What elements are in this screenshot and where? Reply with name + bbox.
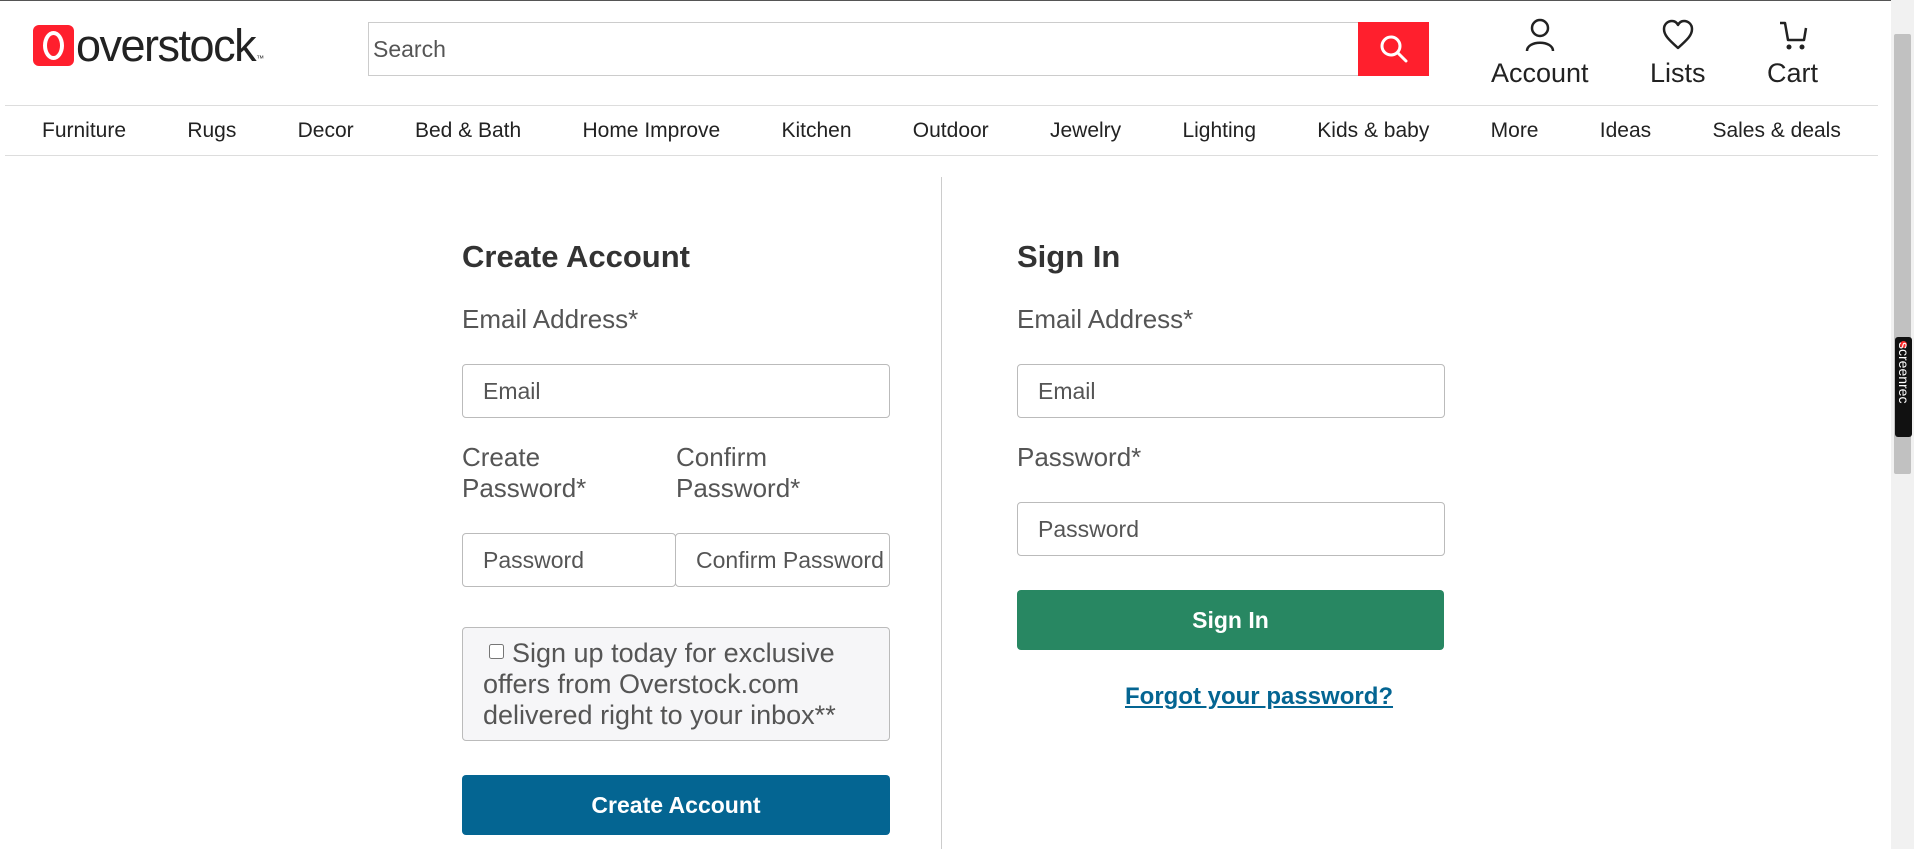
create-password-label-line2: Password* bbox=[462, 473, 587, 503]
cart-link[interactable]: Cart bbox=[1767, 18, 1818, 89]
logo-o-icon bbox=[33, 24, 74, 66]
lists-label: Lists bbox=[1650, 58, 1706, 88]
signin-password-input[interactable] bbox=[1017, 502, 1445, 556]
account-icon bbox=[1525, 18, 1555, 52]
nav-item-kids-baby[interactable]: Kids & baby bbox=[1317, 119, 1429, 143]
newsletter-optin-text: Sign up today for exclusive offers from … bbox=[483, 638, 836, 730]
account-label: Account bbox=[1491, 58, 1589, 88]
create-account-form: Create Account Email Address* Create Pas… bbox=[462, 238, 890, 835]
lists-link[interactable]: Lists bbox=[1650, 18, 1706, 89]
category-nav: Furniture Rugs Decor Bed & Bath Home Imp… bbox=[5, 105, 1878, 156]
nav-item-kitchen[interactable]: Kitchen bbox=[781, 119, 851, 143]
create-account-title: Create Account bbox=[462, 239, 690, 274]
overstock-logo[interactable]: overstock ™ bbox=[33, 21, 264, 69]
forgot-password-link[interactable]: Forgot your password? bbox=[1125, 683, 1393, 711]
cart-icon bbox=[1779, 21, 1807, 50]
confirm-password-label: Confirm Password* bbox=[676, 442, 890, 504]
nav-item-home-improve[interactable]: Home Improve bbox=[582, 119, 720, 143]
window-top-border bbox=[0, 0, 1914, 1]
signin-email-label: Email Address* bbox=[1017, 304, 1194, 334]
nav-item-outdoor[interactable]: Outdoor bbox=[913, 119, 989, 143]
logo-trademark: ™ bbox=[256, 54, 265, 63]
signin-email-input[interactable] bbox=[1017, 364, 1445, 418]
column-divider bbox=[941, 177, 942, 849]
sign-in-title: Sign In bbox=[1017, 239, 1121, 274]
nav-item-ideas[interactable]: Ideas bbox=[1600, 119, 1651, 143]
create-account-button[interactable]: Create Account bbox=[462, 775, 890, 835]
search-bar bbox=[368, 22, 1429, 76]
screenrec-badge[interactable]: screenrec bbox=[1895, 337, 1912, 437]
newsletter-optin-box: Sign up today for exclusive offers from … bbox=[462, 627, 890, 741]
confirm-password-input[interactable] bbox=[675, 533, 890, 587]
account-link[interactable]: Account bbox=[1491, 18, 1589, 89]
nav-item-more[interactable]: More bbox=[1491, 119, 1539, 143]
newsletter-optin-checkbox[interactable] bbox=[489, 644, 504, 660]
nav-item-decor[interactable]: Decor bbox=[298, 119, 354, 143]
sign-in-button[interactable]: Sign In bbox=[1017, 590, 1444, 650]
create-password-label-line1: Create bbox=[462, 442, 541, 472]
search-icon bbox=[1380, 35, 1407, 63]
create-password-input[interactable] bbox=[462, 533, 676, 587]
confirm-password-label-line1: Confirm bbox=[676, 442, 768, 472]
cart-label: Cart bbox=[1767, 58, 1819, 88]
nav-item-rugs[interactable]: Rugs bbox=[187, 119, 236, 143]
create-password-label: Create Password* bbox=[462, 442, 662, 504]
logo-text: overstock bbox=[76, 19, 257, 71]
nav-item-sales-deals[interactable]: Sales & deals bbox=[1712, 119, 1840, 143]
nav-item-furniture[interactable]: Furniture bbox=[42, 119, 126, 143]
confirm-password-label-line2: Password* bbox=[676, 473, 801, 503]
heart-icon bbox=[1662, 19, 1694, 50]
create-email-input[interactable] bbox=[462, 364, 890, 418]
create-email-label: Email Address* bbox=[462, 304, 639, 334]
nav-item-lighting[interactable]: Lighting bbox=[1182, 119, 1256, 143]
search-button[interactable] bbox=[1358, 22, 1429, 76]
nav-item-jewelry[interactable]: Jewelry bbox=[1050, 119, 1121, 143]
screenrec-label: screenrec bbox=[1896, 342, 1912, 404]
sign-in-form: Sign In Email Address* Password* Sign In… bbox=[1017, 238, 1445, 710]
signin-password-label: Password* bbox=[1017, 442, 1142, 472]
nav-item-bed-bath[interactable]: Bed & Bath bbox=[415, 119, 521, 143]
search-input[interactable] bbox=[368, 22, 1358, 76]
